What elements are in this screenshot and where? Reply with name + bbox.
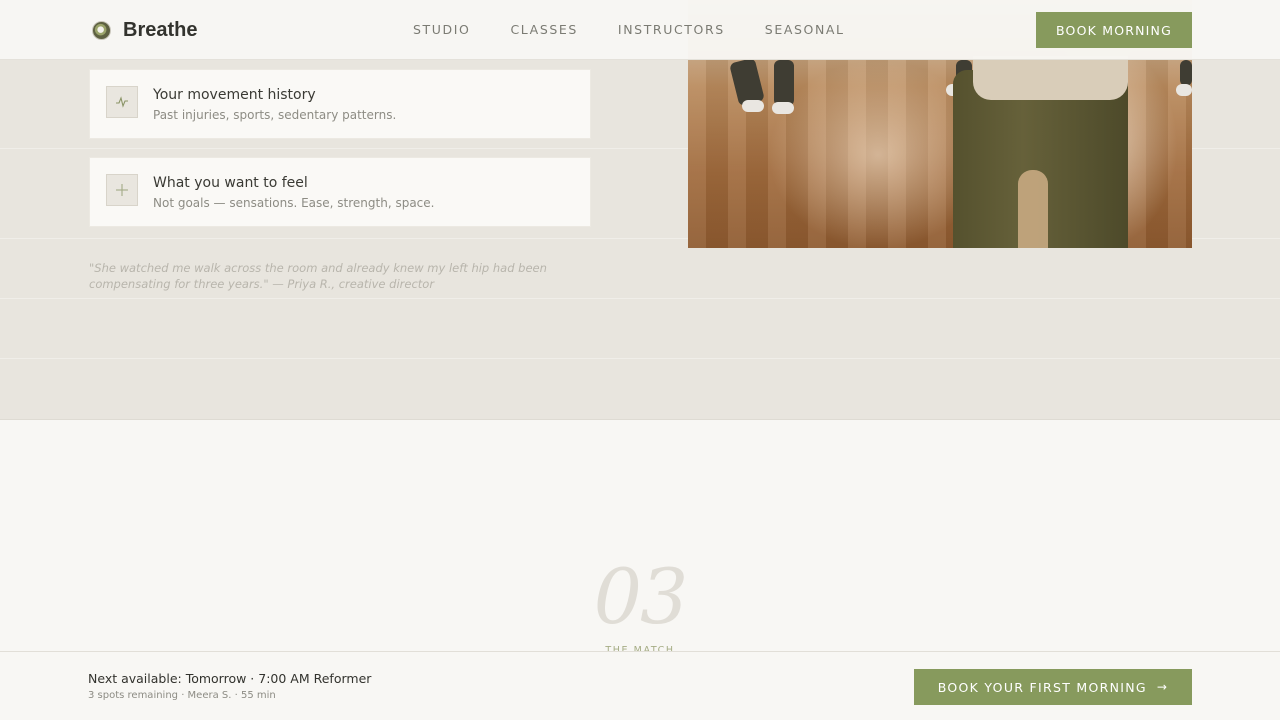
divider (0, 358, 1280, 359)
divider (0, 298, 1280, 299)
card-title: Your movement history (153, 87, 316, 103)
book-morning-button[interactable]: BOOK MORNING (1036, 12, 1192, 48)
nav-item-instructors[interactable]: INSTRUCTORS (618, 22, 725, 37)
card-title: What you want to feel (153, 175, 308, 191)
site-header: Breathe STUDIO CLASSES INSTRUCTORS SEASO… (0, 0, 1280, 60)
class-meta-text: 3 spots remaining · Meera S. · 55 min (88, 690, 276, 701)
nav-item-classes[interactable]: CLASSES (510, 22, 577, 37)
nav-item-seasonal[interactable]: SEASONAL (765, 22, 845, 37)
main-nav: STUDIO CLASSES INSTRUCTORS SEASONAL (413, 22, 845, 37)
next-available-text: Next available: Tomorrow · 7:00 AM Refor… (88, 671, 372, 686)
button-label: BOOK YOUR FIRST MORNING (937, 679, 1147, 695)
movement-history-card: Your movement history Past injuries, spo… (89, 69, 591, 139)
pulse-icon (106, 86, 138, 118)
section-number: 03 (593, 552, 689, 641)
arrow-right-icon: → (1156, 680, 1169, 694)
book-first-morning-button[interactable]: BOOK YOUR FIRST MORNING → (914, 669, 1192, 705)
person-shirt (973, 56, 1128, 100)
logo-mark-icon (92, 20, 111, 40)
testimonial-quote: "She watched me walk across the room and… (89, 261, 547, 291)
brand-name: Breathe (123, 18, 198, 41)
plus-icon (106, 174, 138, 206)
feel-card: What you want to feel Not goals — sensat… (89, 157, 591, 227)
logo[interactable]: Breathe (92, 18, 197, 42)
nav-item-studio[interactable]: STUDIO (413, 22, 470, 37)
sticky-booking-bar: Next available: Tomorrow · 7:00 AM Refor… (0, 651, 1280, 720)
card-subtitle: Past injuries, sports, sedentary pattern… (153, 108, 397, 122)
card-subtitle: Not goals — sensations. Ease, strength, … (153, 196, 435, 210)
